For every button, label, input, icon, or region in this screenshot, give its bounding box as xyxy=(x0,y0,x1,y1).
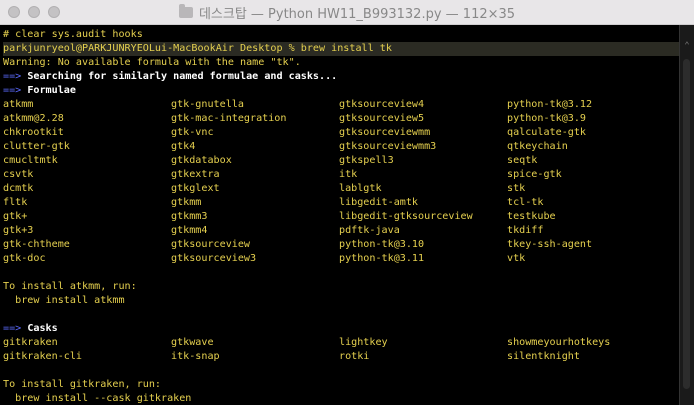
formula-item: gtksourceview5 xyxy=(339,113,425,124)
formula-item: gtkextra xyxy=(171,169,220,180)
formula-item: gtk-doc xyxy=(3,253,46,264)
formula-item: clutter-gtk xyxy=(3,141,70,152)
scrollbar[interactable]: ⌃ xyxy=(679,25,694,405)
cask-item: gtkwave xyxy=(171,337,214,348)
formula-item: pdftk-java xyxy=(339,225,400,236)
formula-item: itk xyxy=(339,169,358,180)
formula-item: gtk+ xyxy=(3,211,28,222)
cask-item: showmeyourhotkeys xyxy=(507,337,611,348)
casks-header: Casks xyxy=(27,323,58,334)
formula-item: gtk4 xyxy=(171,141,196,152)
formula-item: cmucltmtk xyxy=(3,155,58,166)
formula-item: qtkeychain xyxy=(507,141,568,152)
cask-item: silentknight xyxy=(507,351,580,362)
cask-item: gitkraken-cli xyxy=(3,351,83,362)
formula-item: atkmm@2.28 xyxy=(3,113,64,124)
formula-item: gtk-gnutella xyxy=(171,99,244,110)
terminal-window: 데스크탑 — Python HW11_B993132.py — 112×35 #… xyxy=(0,0,694,405)
cask-item: gitkraken xyxy=(3,337,58,348)
formula-item: python-tk@3.10 xyxy=(339,239,425,250)
scroll-up-arrow-icon[interactable]: ⌃ xyxy=(682,41,692,51)
formula-item: vtk xyxy=(507,253,526,264)
formula-item: fltk xyxy=(3,197,28,208)
formula-item: dcmtk xyxy=(3,183,34,194)
formula-item: libgedit-gtksourceview xyxy=(339,211,473,222)
title-bar: 데스크탑 — Python HW11_B993132.py — 112×35 xyxy=(0,0,694,25)
install-formula-command: brew install atkmm xyxy=(3,295,125,306)
formulae-arrow: ==> xyxy=(3,85,22,96)
formula-item: gtk-chtheme xyxy=(3,239,70,250)
formula-item: gtk+3 xyxy=(3,225,34,236)
casks-header-line: ==> Casks xyxy=(3,322,680,336)
formulae-grid: atkmm gtk-gnutella gtksourceview4 python-tk… xyxy=(3,98,680,266)
window-title: 데스크탑 — Python HW11_B993132.py — 112×35 xyxy=(198,6,516,22)
window-title-container: 데스크탑 — Python HW11_B993132.py — 112×35 xyxy=(0,0,694,24)
formula-item: csvtk xyxy=(3,169,34,180)
formula-item: seqtk xyxy=(507,155,538,166)
warning-line: Warning: No available formula with the n… xyxy=(3,57,301,68)
install-cask-hint: To install gitkraken, run: xyxy=(3,379,162,390)
formula-item: python-tk@3.12 xyxy=(507,99,593,110)
formula-item: tkdiff xyxy=(507,225,544,236)
formula-item: stk xyxy=(507,183,526,194)
formula-item: gtkdatabox xyxy=(171,155,232,166)
formula-item: gtk-vnc xyxy=(171,127,214,138)
prompt-line: parkjunryeol@PARKJUNRYEOLui-MacBookAir D… xyxy=(3,42,680,56)
formula-item: lablgtk xyxy=(339,183,382,194)
formula-item: qalculate-gtk xyxy=(507,127,587,138)
formula-item: python-tk@3.9 xyxy=(507,113,587,124)
formula-item: testkube xyxy=(507,211,556,222)
formulae-header: Formulae xyxy=(27,85,76,96)
install-cask-command: brew install --cask gitkraken xyxy=(3,393,192,404)
formula-item: gtksourceviewmm3 xyxy=(339,141,437,152)
formula-item: chkrootkit xyxy=(3,127,64,138)
scroll-thumb[interactable] xyxy=(683,59,690,389)
formula-item: gtkmm xyxy=(171,197,202,208)
formula-item: atkmm xyxy=(3,99,34,110)
folder-icon xyxy=(178,3,193,18)
search-line: ==> Searching for similarly named formul… xyxy=(3,70,680,84)
cask-item: lightkey xyxy=(339,337,388,348)
search-text: Searching for similarly named formulae a… xyxy=(27,71,338,82)
formula-item: libgedit-amtk xyxy=(339,197,419,208)
formula-item: gtkspell3 xyxy=(339,155,394,166)
formula-item: gtksourceviewmm xyxy=(339,127,431,138)
casks-grid: gitkraken gtkwave lightkey showmeyourhotkey… xyxy=(3,336,680,364)
cask-item: itk-snap xyxy=(171,351,220,362)
formula-item: tcl-tk xyxy=(507,197,544,208)
formula-item: gtksourceview3 xyxy=(171,253,257,264)
formula-item: spice-gtk xyxy=(507,169,562,180)
formulae-header-line: ==> Formulae xyxy=(3,84,680,98)
formula-item: gtksourceview xyxy=(171,239,251,250)
terminal-output[interactable]: # clear sys.audit hooks parkjunryeol@PAR… xyxy=(0,25,680,405)
search-arrow: ==> xyxy=(3,71,22,82)
comment-line: # clear sys.audit hooks xyxy=(3,29,143,40)
formula-item: gtkmm4 xyxy=(171,225,208,236)
formula-item: gtkglext xyxy=(171,183,220,194)
install-formula-hint: To install atkmm, run: xyxy=(3,281,137,292)
casks-arrow: ==> xyxy=(3,323,22,334)
formula-item: tkey-ssh-agent xyxy=(507,239,593,250)
formula-item: gtk-mac-integration xyxy=(171,113,287,124)
cask-item: rotki xyxy=(339,351,370,362)
formula-item: gtkmm3 xyxy=(171,211,208,222)
formula-item: python-tk@3.11 xyxy=(339,253,425,264)
formula-item: gtksourceview4 xyxy=(339,99,425,110)
